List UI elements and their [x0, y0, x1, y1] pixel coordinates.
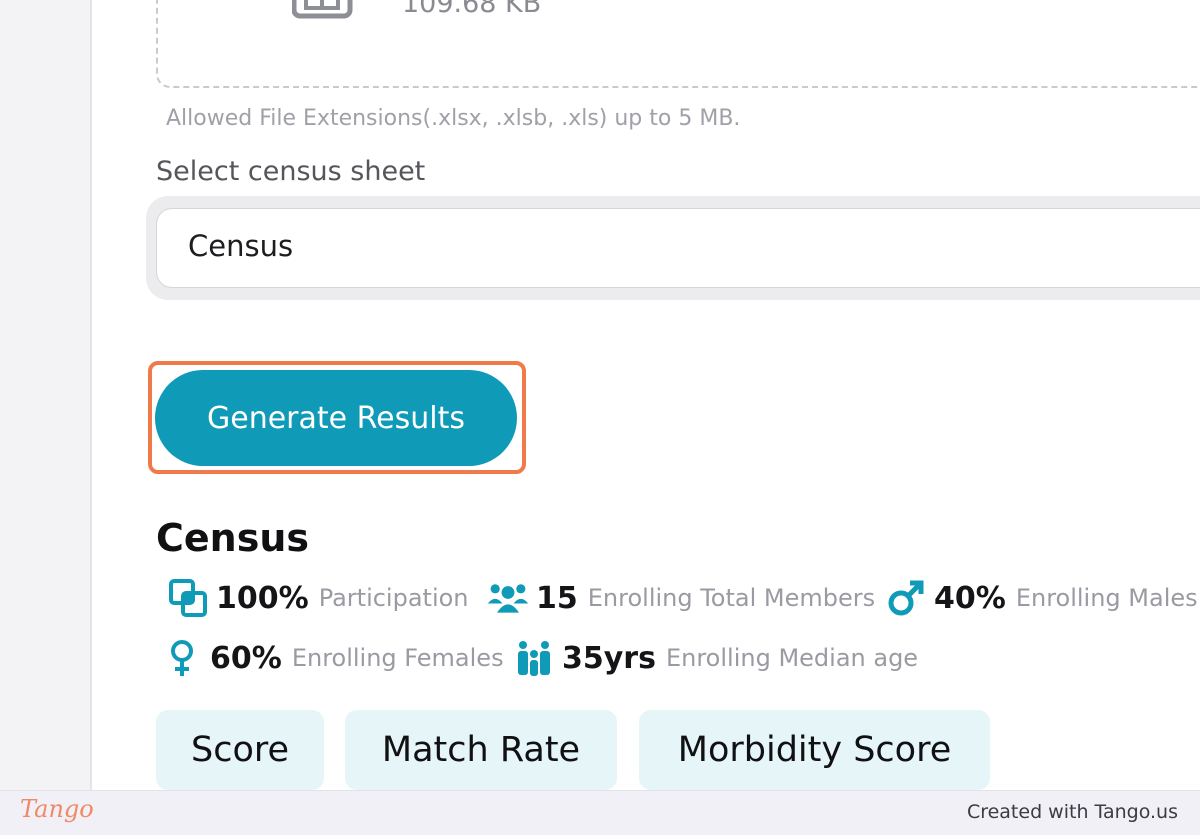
participation-label: Participation: [318, 584, 469, 612]
males-label: Enrolling Males: [1015, 584, 1198, 612]
allowed-extensions-hint: Allowed File Extensions(.xlsx, .xlsb, .x…: [166, 106, 741, 131]
median-age-value: 35yrs: [562, 640, 656, 676]
file-size: 109.68 KB: [402, 0, 542, 19]
females-label: Enrolling Females: [291, 644, 504, 672]
file-dropzone[interactable]: 109.68 KB: [156, 0, 1200, 88]
tab-morbidity-score[interactable]: Morbidity Score: [639, 710, 990, 790]
male-icon: [884, 578, 928, 618]
males-value: 40%: [934, 580, 1006, 616]
generate-results-button[interactable]: Generate Results: [155, 370, 517, 466]
participation-value: 100%: [216, 580, 309, 616]
females-value: 60%: [210, 640, 282, 676]
tango-logo: Tango: [20, 795, 94, 823]
stat-median-age: 35yrs Enrolling Median age: [512, 638, 918, 678]
tango-footer: Tango Created with Tango.us: [0, 790, 1200, 835]
female-icon: [160, 638, 204, 678]
total-members-value: 15: [536, 580, 578, 616]
family-icon: [512, 638, 556, 678]
census-sheet-selected-value: Census: [188, 229, 294, 263]
created-with-credit: Created with Tango.us: [966, 801, 1178, 823]
median-age-label: Enrolling Median age: [665, 644, 919, 672]
census-upload-card: 109.68 KB Allowed File Extensions(.xlsx,…: [90, 0, 1200, 790]
spreadsheet-file-icon: [292, 0, 353, 19]
participation-icon: [166, 578, 210, 618]
total-members-label: Enrolling Total Members: [587, 584, 876, 612]
stat-females: 60% Enrolling Females: [160, 638, 504, 678]
members-icon: [486, 578, 530, 618]
census-results-title: Census: [156, 516, 310, 560]
census-sheet-select[interactable]: [156, 208, 1200, 288]
tab-match-rate[interactable]: Match Rate: [345, 710, 617, 790]
stat-males: 40% Enrolling Males: [884, 578, 1198, 618]
stat-participation: 100% Participation: [166, 578, 469, 618]
tab-score[interactable]: Score: [156, 710, 324, 790]
census-sheet-label: Select census sheet: [156, 156, 426, 187]
stat-total-members: 15 Enrolling Total Members: [486, 578, 875, 618]
